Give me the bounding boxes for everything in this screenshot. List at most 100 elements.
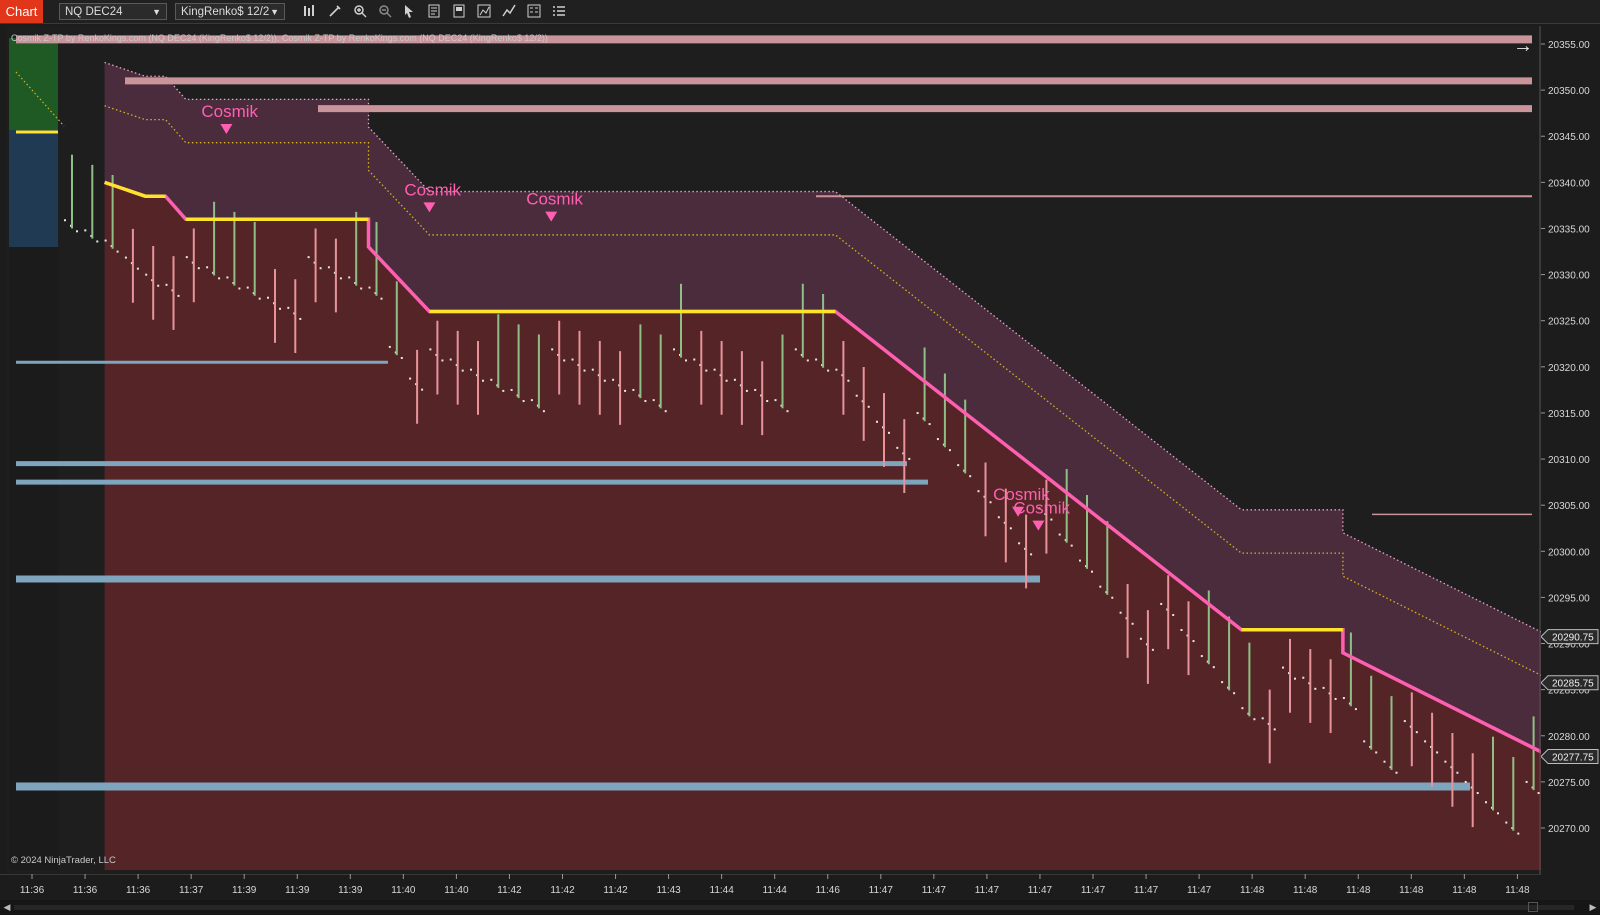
renko-brick <box>360 287 363 290</box>
renko-brick <box>307 256 310 259</box>
renko-brick <box>104 239 107 242</box>
renko-brick <box>1160 602 1163 605</box>
properties-icon[interactable] <box>526 4 542 20</box>
renko-brick <box>542 410 545 413</box>
templates-icon[interactable] <box>451 4 467 20</box>
renko-brick <box>603 379 606 382</box>
renko-brick <box>368 286 371 289</box>
instrument-selector[interactable]: NQ DEC24 ▼ <box>59 3 167 20</box>
time-tick-label: 11:39 <box>338 885 363 896</box>
renko-brick <box>1119 611 1122 614</box>
scroll-thumb[interactable] <box>1528 902 1538 912</box>
price-tick-label: 20350.00 <box>1548 86 1590 97</box>
renko-brick <box>1342 697 1345 700</box>
renko-brick <box>96 240 99 243</box>
renko-brick <box>1485 801 1487 804</box>
renko-brick <box>185 256 188 259</box>
chart-panel[interactable]: Cosmik Cosmik Cosmik Cosmik Cosmik <box>7 26 1541 874</box>
time-tick-label: 11:39 <box>232 885 257 896</box>
renko-brick <box>591 368 594 371</box>
list-icon[interactable] <box>551 4 567 20</box>
renko-brick <box>774 399 777 402</box>
renko-brick <box>258 297 261 300</box>
price-chart[interactable]: CosmikCosmik CosmikCosmikCosmik <box>7 26 1541 874</box>
price-tick-label: 20295.00 <box>1548 593 1590 604</box>
renko-brick <box>1314 687 1317 690</box>
time-axis[interactable]: 11:36 11:36 11:36 11:37 11:39 11:39 11:39 11:40… <box>0 874 1541 900</box>
renko-brick <box>1354 708 1357 711</box>
time-tick-label: 11:48 <box>1399 885 1424 896</box>
renko-brick <box>1253 718 1256 721</box>
bar-type-value: KingRenko$ 12/2 <box>181 6 270 18</box>
price-marker-label: 20290.75 <box>1552 633 1594 644</box>
chevron-down-icon: ▼ <box>270 7 279 17</box>
zoom-in-icon[interactable] <box>352 4 368 20</box>
renko-brick <box>1273 728 1276 731</box>
price-tick-label: 20315.00 <box>1548 409 1590 420</box>
time-tick-label: 11:42 <box>550 885 575 896</box>
indicators-icon[interactable] <box>501 4 517 20</box>
renko-brick <box>583 369 586 372</box>
renko-brick <box>1375 751 1378 754</box>
time-tick-label: 11:40 <box>391 885 416 896</box>
strategies-icon[interactable] <box>476 4 492 20</box>
renko-brick <box>327 266 330 269</box>
price-marker-label: 20285.75 <box>1552 679 1594 690</box>
renko-brick <box>1322 686 1325 689</box>
renko-brick <box>977 490 980 493</box>
renko-brick <box>400 356 403 359</box>
renko-brick <box>1302 676 1305 679</box>
renko-brick <box>916 412 919 415</box>
renko-brick <box>1294 677 1296 680</box>
arrow-right-icon[interactable]: → <box>1513 35 1533 58</box>
renko-brick <box>1395 771 1398 774</box>
renko-brick <box>441 359 444 362</box>
renko-brick <box>705 369 708 372</box>
scroll-track[interactable] <box>14 905 1574 910</box>
bar-type-selector[interactable]: KingRenko$ 12/2 ▼ <box>175 3 285 20</box>
scroll-left-icon[interactable]: ◀ <box>0 900 14 915</box>
renko-brick <box>693 358 696 361</box>
renko-brick <box>815 358 818 361</box>
renko-brick <box>76 230 78 233</box>
renko-brick <box>1537 792 1540 795</box>
time-tick-label: 11:43 <box>656 885 681 896</box>
renko-brick <box>1505 821 1508 824</box>
renko-brick <box>936 438 939 441</box>
renko-brick <box>1282 666 1284 669</box>
data-series-icon[interactable] <box>426 4 442 20</box>
renko-brick <box>652 399 655 402</box>
renko-brick <box>1424 740 1427 743</box>
renko-brick <box>409 377 412 380</box>
renko-brick <box>632 388 635 391</box>
renko-brick <box>246 286 249 289</box>
renko-brick <box>1464 780 1467 783</box>
zoom-out-icon[interactable] <box>377 4 393 20</box>
renko-brick <box>84 229 87 232</box>
renko-brick <box>733 378 736 381</box>
renko-brick <box>116 250 119 253</box>
renko-brick <box>1079 559 1081 562</box>
renko-brick <box>1018 542 1021 545</box>
renko-brick <box>713 368 716 371</box>
time-tick-label: 11:47 <box>1134 885 1159 896</box>
pointer-icon[interactable] <box>401 4 417 20</box>
renko-brick <box>867 405 870 408</box>
price-tick-label: 20335.00 <box>1548 224 1590 235</box>
price-axis[interactable]: 20355.00 20350.00 20345.00 20340.00 20335.00… <box>1541 26 1600 900</box>
renko-brick <box>794 348 797 351</box>
renko-brick <box>238 287 241 290</box>
draw-tool-icon[interactable] <box>327 4 343 20</box>
chart-tab[interactable]: Chart <box>0 0 43 23</box>
horizontal-scrollbar[interactable]: ◀ ▶ <box>0 900 1600 915</box>
price-tick-label: 20355.00 <box>1548 40 1590 51</box>
renko-brick <box>928 423 931 426</box>
time-tick-label: 11:47 <box>1081 885 1106 896</box>
renko-brick <box>563 359 566 362</box>
renko-brick <box>1415 731 1418 734</box>
scroll-right-icon[interactable]: ▶ <box>1586 900 1600 915</box>
renko-brick <box>835 368 838 371</box>
renko-brick <box>279 307 281 310</box>
bars-type-icon[interactable] <box>302 4 318 20</box>
renko-brick <box>510 388 513 391</box>
